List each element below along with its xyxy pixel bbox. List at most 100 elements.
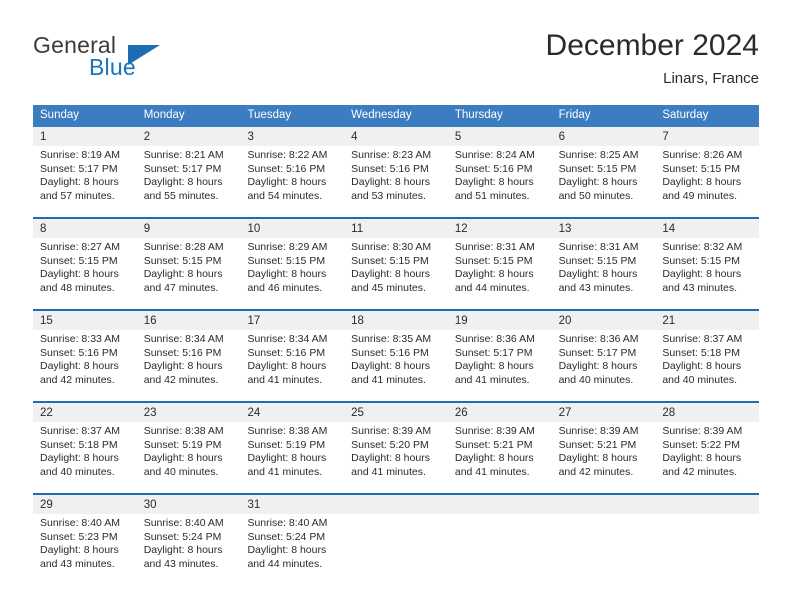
day-number: 20 (551, 311, 656, 330)
calendar-day-cell[interactable]: 7 Sunrise: 8:26 AM Sunset: 5:15 PM Daylight… (655, 127, 760, 209)
day-number: 2 (136, 127, 241, 146)
daylight-duration-line1: Daylight: 8 hours (143, 360, 223, 372)
calendar-day-cell[interactable]: 24 Sunrise: 8:38 AM Sunset: 5:19 PM Dayligh… (240, 403, 345, 485)
day-details: Sunrise: 8:23 AM Sunset: 5:16 PM Daylight:… (344, 146, 448, 209)
daylight-duration-line1: Daylight: 8 hours (558, 176, 638, 188)
day-number: 28 (655, 403, 760, 422)
sunset-time: Sunset: 5:16 PM (454, 162, 533, 175)
day-details: Sunrise: 8:36 AM Sunset: 5:17 PM Daylight:… (447, 330, 552, 393)
daylight-duration-line2: and 54 minutes. (247, 189, 323, 202)
day-number: 30 (136, 495, 241, 514)
day-details: Sunrise: 8:24 AM Sunset: 5:16 PM Daylight:… (447, 146, 552, 209)
daylight-duration-line1: Daylight: 8 hours (662, 360, 742, 372)
sunset-time: Sunset: 5:21 PM (454, 438, 533, 451)
calendar-week-row: 1 Sunrise: 8:19 AM Sunset: 5:17 PM Daylight… (33, 127, 760, 209)
calendar-day-cell[interactable]: 9 Sunrise: 8:28 AM Sunset: 5:15 PM Daylight… (136, 219, 241, 301)
day-details: Sunrise: 8:19 AM Sunset: 5:17 PM Daylight:… (33, 146, 137, 209)
daylight-duration-line1: Daylight: 8 hours (40, 360, 119, 372)
general-blue-logo[interactable]: General Blue (33, 32, 213, 88)
calendar-day-cell[interactable]: 29 Sunrise: 8:40 AM Sunset: 5:23 PM Dayligh… (33, 495, 137, 577)
calendar-day-cell[interactable]: 2 Sunrise: 8:21 AM Sunset: 5:17 PM Daylight… (136, 127, 241, 209)
daylight-duration-line2: and 42 minutes. (143, 373, 219, 386)
weekday-header-friday: Friday (558, 109, 591, 121)
daylight-duration-line1: Daylight: 8 hours (40, 544, 119, 556)
day-number: 22 (33, 403, 137, 422)
day-details (551, 514, 656, 577)
sunset-time: Sunset: 5:16 PM (247, 162, 326, 175)
day-number (447, 495, 552, 514)
weekday-header-wednesday: Wednesday (351, 109, 412, 121)
sunset-time: Sunset: 5:17 PM (558, 346, 637, 359)
weekday-header-saturday: Saturday (662, 109, 709, 121)
weekday-header-row: Sunday Monday Tuesday Wednesday Thursday Frid… (33, 105, 759, 127)
calendar-day-cell[interactable]: 23 Sunrise: 8:38 AM Sunset: 5:19 PM Dayligh… (136, 403, 241, 485)
day-details: Sunrise: 8:39 AM Sunset: 5:22 PM Daylight:… (655, 422, 760, 485)
calendar-day-cell[interactable]: 12 Sunrise: 8:31 AM Sunset: 5:15 PM Dayligh… (447, 219, 552, 301)
sunrise-time: Sunrise: 8:40 AM (40, 517, 120, 529)
calendar-day-cell[interactable]: 16 Sunrise: 8:34 AM Sunset: 5:16 PM Dayligh… (136, 311, 241, 393)
day-details: Sunrise: 8:28 AM Sunset: 5:15 PM Daylight:… (136, 238, 241, 301)
calendar-day-cell[interactable]: 10 Sunrise: 8:29 AM Sunset: 5:15 PM Dayligh… (240, 219, 345, 301)
calendar-day-cell[interactable]: 25 Sunrise: 8:39 AM Sunset: 5:20 PM Dayligh… (344, 403, 448, 485)
sunset-time: Sunset: 5:21 PM (558, 438, 637, 451)
sunrise-time: Sunrise: 8:25 AM (558, 149, 639, 161)
calendar-day-cell[interactable]: 31 Sunrise: 8:40 AM Sunset: 5:24 PM Dayligh… (240, 495, 345, 577)
day-details: Sunrise: 8:39 AM Sunset: 5:21 PM Daylight:… (551, 422, 656, 485)
calendar-day-cell[interactable]: 8 Sunrise: 8:27 AM Sunset: 5:15 PM Daylight… (33, 219, 137, 301)
daylight-duration-line2: and 53 minutes. (351, 189, 426, 202)
daylight-duration-line2: and 49 minutes. (662, 189, 738, 202)
day-details: Sunrise: 8:38 AM Sunset: 5:19 PM Daylight:… (240, 422, 345, 485)
calendar-day-cell[interactable]: 18 Sunrise: 8:35 AM Sunset: 5:16 PM Dayligh… (344, 311, 448, 393)
calendar-day-cell[interactable]: 26 Sunrise: 8:39 AM Sunset: 5:21 PM Dayligh… (447, 403, 552, 485)
day-details: Sunrise: 8:39 AM Sunset: 5:21 PM Daylight:… (447, 422, 552, 485)
calendar-day-cell[interactable]: 17 Sunrise: 8:34 AM Sunset: 5:16 PM Dayligh… (240, 311, 345, 393)
calendar-day-cell[interactable]: 19 Sunrise: 8:36 AM Sunset: 5:17 PM Dayligh… (447, 311, 552, 393)
calendar-day-cell[interactable]: 27 Sunrise: 8:39 AM Sunset: 5:21 PM Dayligh… (551, 403, 656, 485)
calendar-day-cell[interactable]: 30 Sunrise: 8:40 AM Sunset: 5:24 PM Dayligh… (136, 495, 241, 577)
daylight-duration-line1: Daylight: 8 hours (351, 176, 430, 188)
daylight-duration-line2: and 47 minutes. (143, 281, 219, 294)
daylight-duration-line1: Daylight: 8 hours (454, 176, 534, 188)
calendar-day-cell[interactable]: 22 Sunrise: 8:37 AM Sunset: 5:18 PM Dayligh… (33, 403, 137, 485)
sunset-time: Sunset: 5:17 PM (454, 346, 533, 359)
daylight-duration-line2: and 45 minutes. (351, 281, 426, 294)
sunrise-time: Sunrise: 8:37 AM (40, 425, 120, 437)
calendar-day-cell[interactable]: 13 Sunrise: 8:31 AM Sunset: 5:15 PM Dayligh… (551, 219, 656, 301)
daylight-duration-line1: Daylight: 8 hours (143, 176, 223, 188)
day-details (344, 514, 448, 577)
sunrise-time: Sunrise: 8:35 AM (351, 333, 432, 345)
calendar-day-cell[interactable]: 4 Sunrise: 8:23 AM Sunset: 5:16 PM Daylight… (344, 127, 448, 209)
page-header: General Blue December 2024 Linars, Franc… (33, 28, 759, 98)
calendar-day-cell[interactable]: 3 Sunrise: 8:22 AM Sunset: 5:16 PM Daylight… (240, 127, 345, 209)
day-details: Sunrise: 8:29 AM Sunset: 5:15 PM Daylight:… (240, 238, 345, 301)
day-details (447, 514, 552, 577)
calendar-day-cell[interactable]: 5 Sunrise: 8:24 AM Sunset: 5:16 PM Daylight… (447, 127, 552, 209)
sunrise-time: Sunrise: 8:36 AM (558, 333, 639, 345)
sunset-time: Sunset: 5:15 PM (143, 254, 222, 267)
day-details: Sunrise: 8:27 AM Sunset: 5:15 PM Daylight:… (33, 238, 137, 301)
sunrise-time: Sunrise: 8:40 AM (143, 517, 224, 529)
calendar-day-cell[interactable]: 1 Sunrise: 8:19 AM Sunset: 5:17 PM Daylight… (33, 127, 137, 209)
sunset-time: Sunset: 5:16 PM (143, 346, 222, 359)
day-number: 4 (344, 127, 448, 146)
day-details: Sunrise: 8:31 AM Sunset: 5:15 PM Daylight:… (551, 238, 656, 301)
title-block: December 2024 Linars, France (546, 28, 759, 90)
daylight-duration-line1: Daylight: 8 hours (351, 268, 430, 280)
daylight-duration-line1: Daylight: 8 hours (40, 176, 119, 188)
calendar-day-cell[interactable]: 14 Sunrise: 8:32 AM Sunset: 5:15 PM Dayligh… (655, 219, 760, 301)
sunset-time: Sunset: 5:15 PM (558, 254, 637, 267)
day-number: 19 (447, 311, 552, 330)
sunrise-time: Sunrise: 8:31 AM (558, 241, 639, 253)
calendar-day-cell[interactable]: 15 Sunrise: 8:33 AM Sunset: 5:16 PM Dayligh… (33, 311, 137, 393)
calendar-day-cell[interactable]: 21 Sunrise: 8:37 AM Sunset: 5:18 PM Dayligh… (655, 311, 760, 393)
calendar-day-cell[interactable]: 11 Sunrise: 8:30 AM Sunset: 5:15 PM Dayligh… (344, 219, 448, 301)
weekday-header-tuesday: Tuesday (247, 109, 292, 121)
sunset-time: Sunset: 5:24 PM (247, 530, 326, 543)
day-number: 6 (551, 127, 656, 146)
calendar-day-cell[interactable]: 28 Sunrise: 8:39 AM Sunset: 5:22 PM Dayligh… (655, 403, 760, 485)
daylight-duration-line2: and 40 minutes. (143, 465, 219, 478)
sunrise-time: Sunrise: 8:34 AM (143, 333, 224, 345)
calendar-day-cell[interactable]: 6 Sunrise: 8:25 AM Sunset: 5:15 PM Daylight… (551, 127, 656, 209)
calendar-day-cell[interactable]: 20 Sunrise: 8:36 AM Sunset: 5:17 PM Dayligh… (551, 311, 656, 393)
daylight-duration-line2: and 42 minutes. (662, 465, 738, 478)
